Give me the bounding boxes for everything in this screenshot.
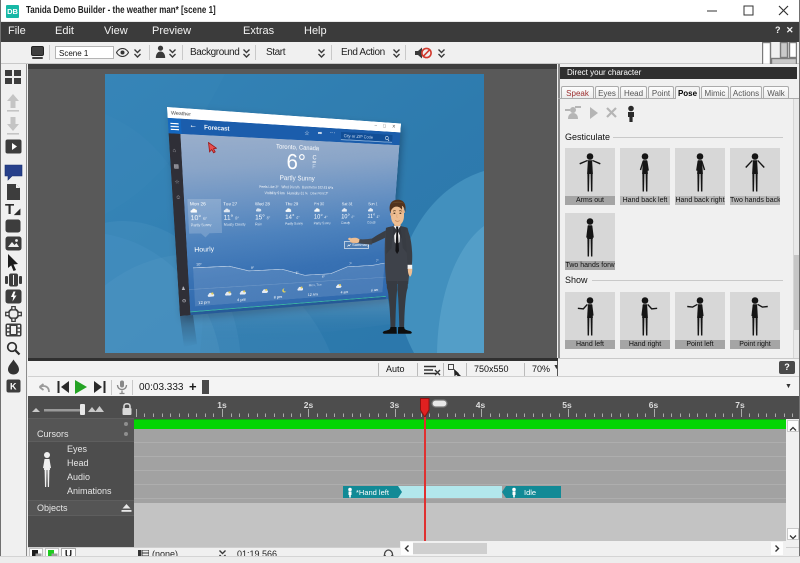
svg-text:3s: 3s (390, 400, 400, 410)
svg-text:Idle: Idle (524, 488, 536, 497)
svg-text:5s: 5s (562, 400, 572, 410)
svg-text:*Hand left: *Hand left (356, 488, 390, 497)
svg-text:K: K (10, 382, 17, 392)
svg-text:2s: 2s (304, 400, 314, 410)
svg-text:7s: 7s (735, 400, 745, 410)
svg-text:6s: 6s (649, 400, 659, 410)
svg-text:4s: 4s (476, 400, 486, 410)
svg-text:1s: 1s (217, 400, 227, 410)
